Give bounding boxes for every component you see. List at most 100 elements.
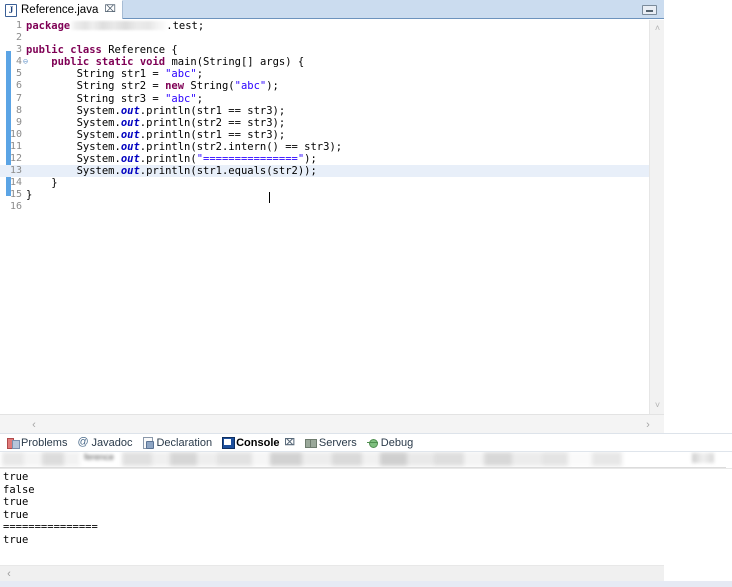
code-line[interactable]: 14 } [0, 177, 650, 189]
code-text: System.out.println(str2.intern() == str3… [26, 140, 343, 153]
line-number: 6 [15, 80, 22, 92]
line-number: 14 [9, 177, 22, 189]
code-text: System.out.println(str1 == str3); [26, 104, 286, 117]
editor-right-blank-area [664, 0, 732, 434]
close-icon[interactable]: ⌧ [285, 437, 295, 448]
eclipse-workbench: J Reference.java ⌧ 1 package .test; 2 3 publi… [0, 0, 732, 587]
editor-tab-label: Reference.java [21, 4, 99, 16]
code-text: System.out.println(str1.equals(str2)); [26, 165, 317, 178]
bottom-tab-label: Declaration [156, 436, 213, 449]
bottom-tab-label: Problems [21, 436, 68, 449]
scroll-left-icon[interactable]: ‹ [3, 568, 15, 580]
servers-icon [304, 437, 317, 448]
bottom-tab-label: Console [236, 436, 280, 449]
console-output-line: =============== [3, 521, 98, 534]
code-editor-text-area[interactable]: 1 package .test; 2 3 public class Reference {… [0, 20, 664, 414]
editor-vertical-scrollbar[interactable]: ˄ ˅ [649, 20, 664, 414]
console-output-text[interactable]: true false true true =============== true [0, 470, 732, 570]
console-output-line: true [3, 508, 29, 521]
code-text: String str3 = "abc"; [26, 92, 204, 105]
toolbar-underline [0, 467, 726, 468]
line-number: 15 [9, 189, 22, 201]
status-bar-strip [0, 581, 732, 587]
code-line[interactable]: 2 [0, 32, 650, 44]
editor-tab-bar: J Reference.java ⌧ [0, 0, 664, 19]
console-right-blank-area [664, 565, 732, 581]
line-number: 5 [15, 68, 22, 80]
code-text: package .test; [26, 20, 205, 32]
code-text: public class Reference { [26, 44, 178, 57]
bottom-tab-console[interactable]: Console ⌧ [218, 434, 301, 451]
line-number: 8 [15, 104, 22, 116]
bottom-tab-label: Debug [380, 436, 414, 449]
console-output-line: true [3, 471, 29, 483]
code-line[interactable]: 7 String str3 = "abc"; [0, 93, 650, 105]
bottom-tab-debug[interactable]: Debug [363, 434, 419, 451]
scroll-right-icon[interactable]: › [642, 419, 654, 431]
code-text: System.out.println(str1 == str3); [26, 128, 286, 141]
redacted-launch-label: ference [84, 452, 115, 462]
line-number: 7 [15, 92, 22, 104]
redacted-package-name [70, 21, 167, 30]
code-lines-container: 1 package .test; 2 3 public class Reference {… [0, 20, 650, 214]
problems-icon [7, 437, 20, 449]
console-output-line: true [3, 533, 29, 546]
code-text: public static void main(String[] args) { [51, 56, 305, 69]
code-line[interactable]: 4 ⊖ public static void main(String[] args… [0, 56, 650, 68]
close-icon[interactable]: ⌧ [104, 5, 116, 15]
code-line[interactable]: 5 String str1 = "abc"; [0, 68, 650, 80]
bottom-panel: Problems Javadoc Declaration Console ⌧ Server… [0, 434, 732, 587]
code-line[interactable]: 9 System.out.println(str2 == str3); [0, 117, 650, 129]
editor-tab-reference-java[interactable]: J Reference.java ⌧ [0, 0, 123, 19]
text-caret [269, 192, 270, 203]
line-number: 13 [9, 165, 22, 177]
code-line[interactable]: 12 System.out.println("===============")… [0, 153, 650, 165]
console-output-line: false [3, 483, 35, 496]
minimize-editor-button[interactable] [642, 5, 657, 15]
bottom-tab-declaration[interactable]: Declaration [138, 434, 218, 451]
bottom-tab-javadoc[interactable]: Javadoc [73, 434, 138, 451]
editor-part: J Reference.java ⌧ 1 package .test; 2 3 publi… [0, 0, 664, 434]
code-text: System.out.println("==============="); [26, 153, 317, 166]
bottom-panel-tab-bar: Problems Javadoc Declaration Console ⌧ Server… [0, 434, 732, 452]
code-line[interactable]: 1 package .test; [0, 20, 650, 32]
line-number: 12 [9, 153, 22, 165]
console-horizontal-scrollbar[interactable]: ‹ [0, 565, 664, 581]
code-text: String str2 = new String("abc"); [26, 80, 279, 93]
code-text: String str1 = "abc"; [26, 68, 204, 81]
code-text: } [26, 189, 33, 202]
javadoc-icon [77, 436, 88, 448]
console-output-line: true [3, 496, 29, 509]
line-number: 16 [9, 201, 22, 213]
code-line[interactable]: 10 System.out.println(str1 == str3); [0, 129, 650, 141]
redacted-toolbar-right [692, 453, 714, 463]
bottom-tab-problems[interactable]: Problems [3, 434, 73, 451]
code-line[interactable]: 6 String str2 = new String("abc"); [0, 80, 650, 92]
line-number: 10 [9, 128, 22, 140]
bottom-tab-label: Servers [318, 436, 357, 449]
line-number: 11 [9, 140, 22, 152]
line-number: 2 [15, 32, 22, 44]
line-number: 3 [15, 44, 22, 56]
scroll-left-icon[interactable]: ‹ [28, 419, 40, 431]
console-icon [222, 437, 236, 449]
console-toolbar-redacted[interactable]: ference [0, 452, 732, 469]
scroll-up-icon[interactable]: ˄ [652, 23, 663, 34]
code-line[interactable]: 16 [0, 201, 650, 213]
java-file-icon: J [5, 3, 17, 17]
scroll-down-icon[interactable]: ˅ [652, 400, 663, 411]
line-number: 1 [15, 20, 22, 31]
code-line[interactable]: 15} [0, 189, 650, 201]
debug-icon [366, 437, 378, 448]
bottom-tab-servers[interactable]: Servers [301, 434, 363, 451]
code-line[interactable]: 13 System.out.println(str1.equals(str2))… [0, 165, 650, 178]
code-line[interactable]: 8 System.out.println(str1 == str3); [0, 105, 650, 117]
code-text: } [26, 177, 58, 190]
declaration-icon [142, 437, 155, 449]
line-number: 4 [15, 56, 22, 68]
code-line[interactable]: 11 System.out.println(str2.intern() == s… [0, 141, 650, 153]
code-line[interactable]: 3 public class Reference { [0, 44, 650, 56]
line-number: 9 [15, 116, 22, 128]
editor-horizontal-scrollbar[interactable]: ‹ › [0, 414, 664, 434]
code-text: System.out.println(str2 == str3); [26, 116, 286, 129]
